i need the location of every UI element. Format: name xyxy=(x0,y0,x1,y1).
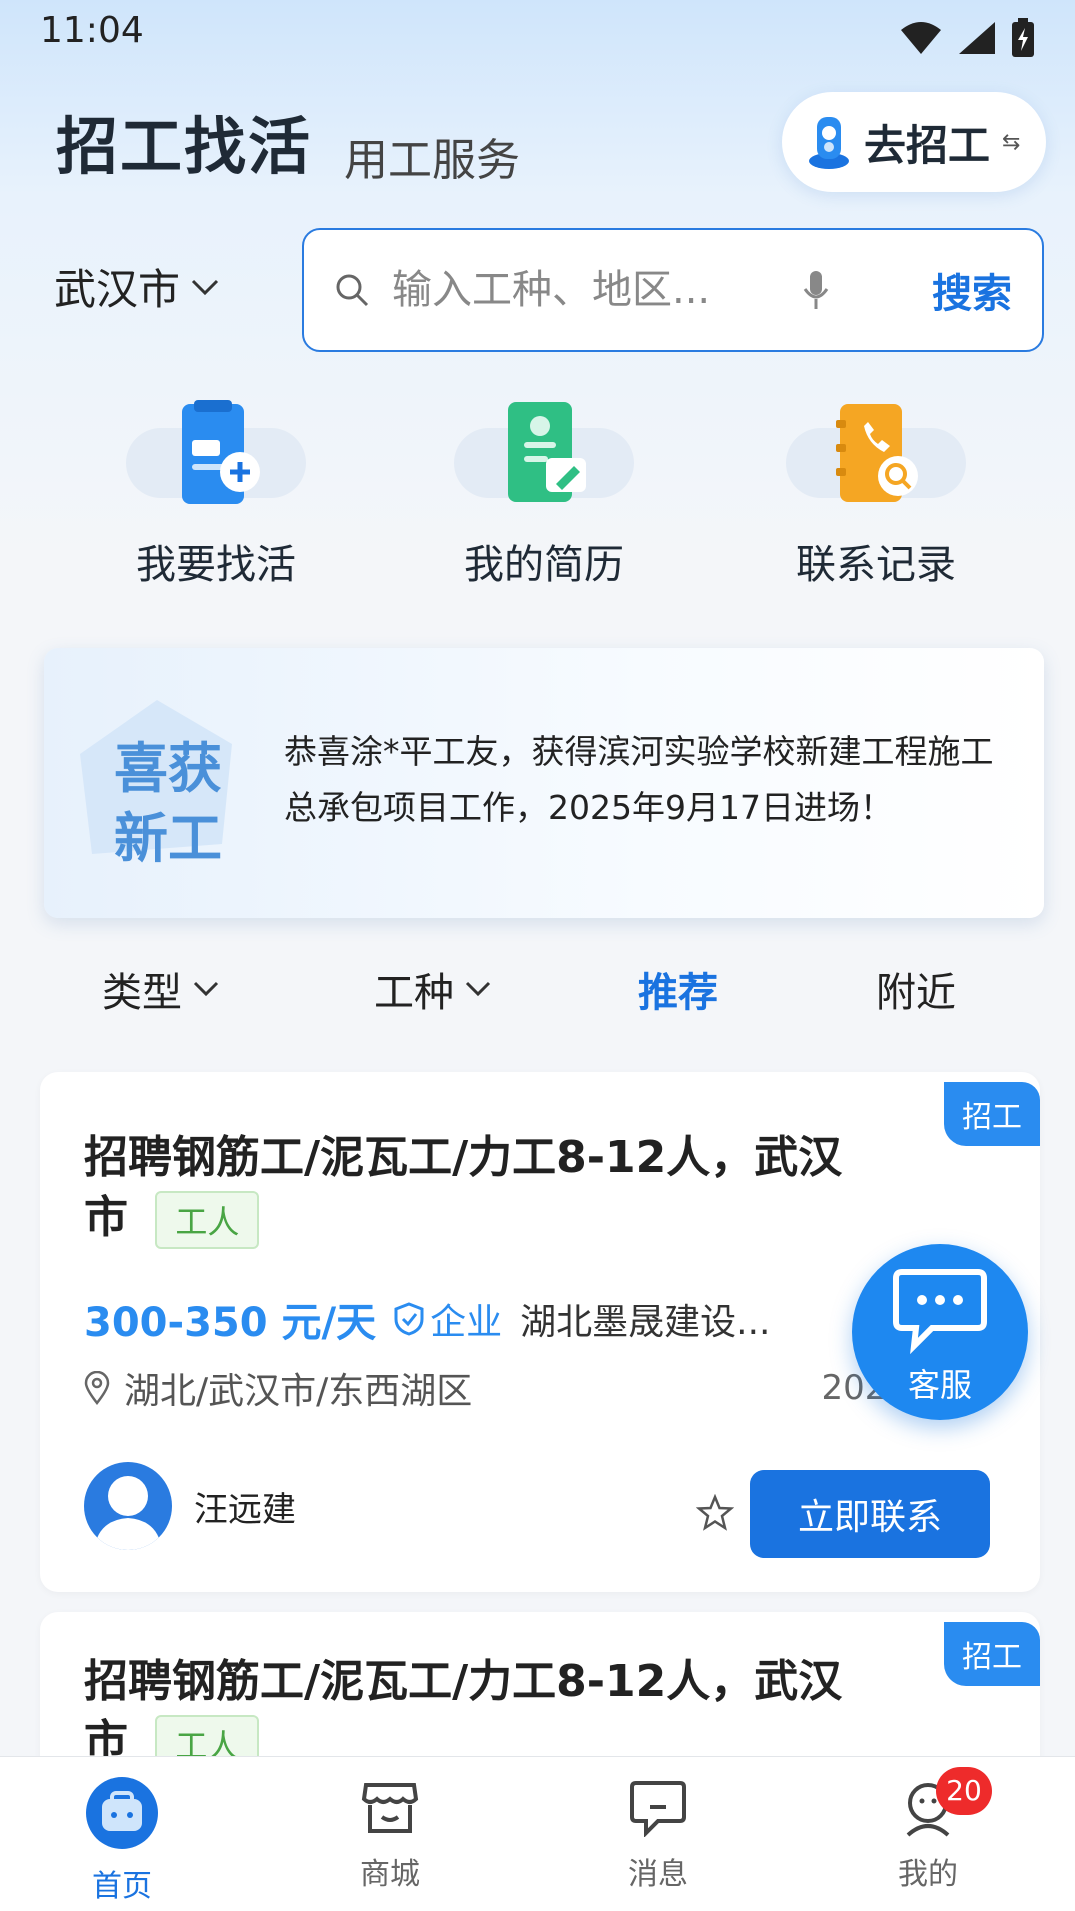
poster-row: 汪远建 xyxy=(84,1462,296,1550)
chevron-down-icon xyxy=(193,981,219,997)
quick-actions: 我要找活 我的简历 联系记录 xyxy=(0,400,1075,600)
quick-action-label: 我要找活 xyxy=(136,542,296,588)
job-board-icon xyxy=(182,400,260,504)
search-bar: 搜索 xyxy=(302,228,1044,352)
banner-badge: 喜获 新工 xyxy=(72,694,242,870)
filter-bar: 类型 工种 推荐 附近 xyxy=(0,960,1075,1030)
message-icon xyxy=(630,1781,686,1838)
announcement-banner[interactable]: 喜获 新工 恭喜涂*平工友，获得滨河实验学校新建工程施工总承包项目工作，2025… xyxy=(44,648,1044,918)
status-bar: 11:04 xyxy=(0,0,1075,62)
quick-action-label: 联系记录 xyxy=(796,542,956,588)
role-badge: 工人 xyxy=(155,1191,260,1249)
nav-label: 消息 xyxy=(628,1857,688,1892)
chat-bubble-icon xyxy=(893,1269,987,1354)
quick-action-find-work[interactable]: 我要找活 xyxy=(96,400,336,590)
nav-home[interactable]: 首页 xyxy=(42,1777,202,1905)
favorite-star-icon[interactable] xyxy=(696,1494,734,1532)
nav-label: 我的 xyxy=(898,1857,958,1892)
filter-trade[interactable]: 工种 xyxy=(374,960,492,1018)
nav-profile[interactable]: 20 我的 xyxy=(848,1767,1008,1893)
contact-now-button[interactable]: 立即联系 xyxy=(750,1470,990,1558)
quick-action-resume[interactable]: 我的简历 xyxy=(424,400,664,590)
banner-badge-line1: 喜获 xyxy=(114,737,222,800)
contact-book-icon xyxy=(836,404,918,502)
verified-badge: 企业 xyxy=(394,1293,502,1345)
status-icons xyxy=(899,18,1035,58)
location-pin-icon xyxy=(84,1371,110,1405)
user-silhouette-icon xyxy=(94,1476,162,1550)
job-type-tag: 招工 xyxy=(944,1082,1040,1146)
status-time: 11:04 xyxy=(40,10,144,51)
wage: 300-350 元/天 xyxy=(84,1300,377,1346)
bottom-nav: 首页 商城 消息 20 我的 xyxy=(0,1756,1075,1911)
customer-service-button[interactable]: 客服 xyxy=(852,1244,1028,1420)
switch-label: 去招工 xyxy=(864,120,991,170)
page-title: 招工找活 xyxy=(56,110,313,183)
swap-icon: ⇆ xyxy=(1002,129,1021,155)
verified-label: 企业 xyxy=(430,1302,503,1343)
search-button[interactable]: 搜索 xyxy=(932,261,1012,319)
filter-recommend[interactable]: 推荐 xyxy=(638,960,718,1018)
resume-icon xyxy=(508,402,586,502)
chevron-down-icon xyxy=(191,279,219,295)
location-row: 湖北/武汉市/东西湖区 xyxy=(84,1362,472,1414)
nav-mall[interactable]: 商城 xyxy=(310,1777,470,1893)
wage-row: 300-350 元/天 企业 湖北墨晟建设... xyxy=(84,1290,771,1348)
filter-type[interactable]: 类型 xyxy=(102,960,220,1018)
city-label: 武汉市 xyxy=(54,265,181,314)
poster-name: 汪远建 xyxy=(194,1489,296,1530)
microphone-icon[interactable] xyxy=(802,269,830,311)
battery-icon xyxy=(1012,18,1034,57)
job-title: 招聘钢筋工/泥瓦工/力工8-12人，武汉市 工人 xyxy=(84,1652,864,1773)
nav-label: 首页 xyxy=(92,1869,152,1904)
job-type-tag: 招工 xyxy=(944,1622,1040,1686)
filter-nearby[interactable]: 附近 xyxy=(876,960,956,1018)
city-selector[interactable]: 武汉市 xyxy=(54,256,220,317)
switch-to-recruit-button[interactable]: 去招工 ⇆ xyxy=(782,92,1046,192)
wifi-icon xyxy=(901,22,941,54)
filter-trade-label: 工种 xyxy=(374,970,454,1016)
home-bag-icon xyxy=(86,1777,158,1849)
chevron-down-icon xyxy=(465,981,491,997)
shield-check-icon xyxy=(394,1302,424,1336)
job-title: 招聘钢筋工/泥瓦工/力工8-12人，武汉市 工人 xyxy=(84,1128,864,1249)
quick-action-contact-history[interactable]: 联系记录 xyxy=(756,400,996,590)
quick-action-label: 我的简历 xyxy=(464,542,624,588)
banner-badge-line2: 新工 xyxy=(114,807,222,870)
banner-text: 恭喜涂*平工友，获得滨河实验学校新建工程施工总承包项目工作，2025年9月17日… xyxy=(284,732,994,827)
nav-label: 商城 xyxy=(360,1857,420,1892)
location-text: 湖北/武汉市/东西湖区 xyxy=(124,1371,473,1412)
recruit-mascot-icon xyxy=(809,117,849,169)
notification-badge: 20 xyxy=(936,1767,992,1815)
page-subtitle: 用工服务 xyxy=(344,135,520,186)
search-icon xyxy=(336,274,369,307)
search-input[interactable] xyxy=(392,267,772,313)
company-name: 湖北墨晟建设... xyxy=(520,1302,771,1343)
avatar xyxy=(84,1462,172,1550)
signal-icon xyxy=(959,22,995,54)
nav-messages[interactable]: 消息 xyxy=(578,1777,738,1893)
store-icon xyxy=(361,1783,419,1833)
customer-service-label: 客服 xyxy=(907,1366,972,1404)
filter-type-label: 类型 xyxy=(102,970,182,1016)
